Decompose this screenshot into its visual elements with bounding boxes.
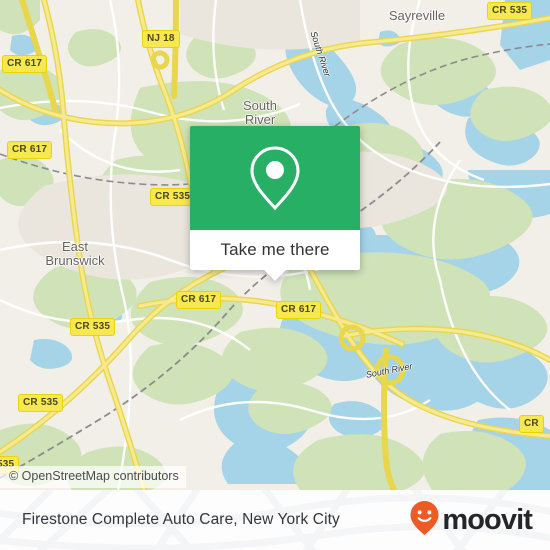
road-shield-cr-617: CR 617 bbox=[7, 141, 53, 159]
road-shield-cr-535: CR 535 bbox=[487, 2, 533, 20]
road-shield-cr-617: CR 617 bbox=[176, 291, 222, 309]
moovit-smiley-pin-icon bbox=[409, 500, 440, 541]
place-caption: Firestone Complete Auto Care, New York C… bbox=[22, 511, 340, 528]
road-shield-cr-617: CR 617 bbox=[276, 301, 322, 319]
road-shield-cr-535: CR 535 bbox=[150, 188, 196, 206]
take-me-there-label: Take me there bbox=[220, 240, 330, 259]
road-shield-cr-617: CR 617 bbox=[2, 55, 48, 73]
moovit-brand[interactable]: moovit bbox=[409, 500, 533, 541]
footer-bar: Firestone Complete Auto Care, New York C… bbox=[0, 490, 550, 550]
popup-action-bar[interactable]: Take me there bbox=[190, 230, 360, 270]
moovit-wordmark: moovit bbox=[442, 504, 533, 536]
moovit-map-screenshot: Sayreville South River East Brunswick So… bbox=[0, 0, 550, 550]
road-shield-cr-535: CR 535 bbox=[70, 318, 116, 336]
popup-pointer bbox=[264, 270, 286, 281]
road-shield-cr-535: CR 535 bbox=[18, 394, 64, 412]
popup-header bbox=[190, 126, 360, 230]
road-shield-cr: CR bbox=[519, 415, 544, 433]
location-popup-card[interactable]: Take me there bbox=[190, 126, 360, 281]
map-canvas[interactable]: Sayreville South River East Brunswick So… bbox=[0, 0, 550, 490]
osm-attribution[interactable]: © OpenStreetMap contributors bbox=[0, 466, 186, 488]
map-pin-icon bbox=[249, 145, 301, 211]
road-shield-nj-18: NJ 18 bbox=[142, 30, 180, 48]
